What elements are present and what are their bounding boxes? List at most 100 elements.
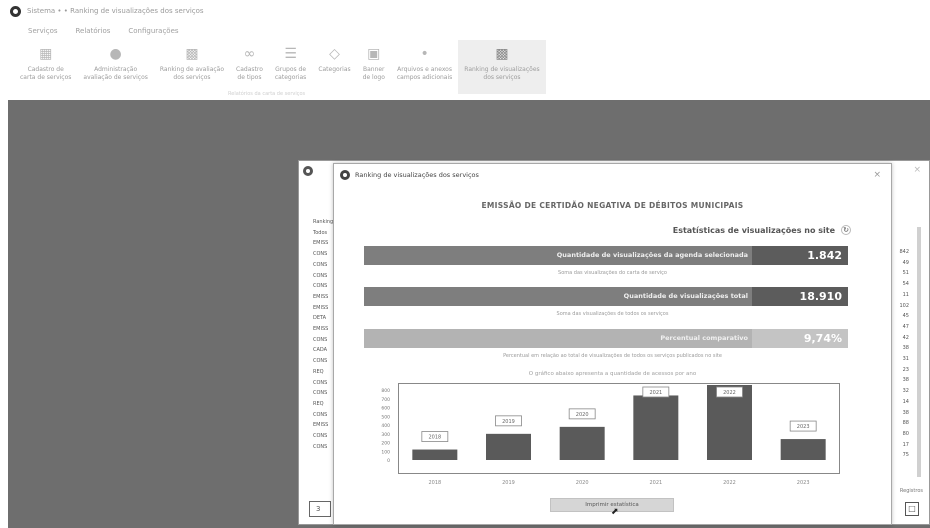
x-tick-label: 2019 [502, 480, 515, 486]
group-icon: ☰ [284, 46, 297, 62]
x-tick-label: 2018 [428, 480, 441, 486]
list-value: 38 [902, 345, 909, 352]
banner-logo-button[interactable]: ▣ Banner de logo [357, 40, 391, 94]
data-label: 2021 [649, 390, 662, 396]
ribbon-button-label: Arquivos e anexos campos adicionais [396, 66, 453, 81]
list-value: 47 [902, 323, 909, 330]
app-window: Sistema • • Ranking de visualizações dos… [0, 0, 930, 528]
list-value: 49 [902, 259, 909, 266]
data-label: 2018 [428, 435, 441, 441]
y-tick-label: 800 [381, 388, 390, 394]
tag-icon: ◇ [329, 46, 340, 62]
ribbon-button-label: Ranking de avaliação dos serviços [159, 66, 225, 81]
metric-note: Soma das visualizações do carta de servi… [558, 270, 667, 276]
service-heading: EMISSÃO DE CERTIDÃO NEGATIVA DE DÉBITOS … [481, 201, 744, 210]
list-value: 88 [902, 420, 909, 427]
y-tick-label: 0 [387, 458, 390, 464]
metric-label: Quantidade de visualizações da agenda se… [556, 251, 748, 259]
ranking-visualizacoes-button[interactable]: ▩ Ranking de visualizações dos serviços [458, 40, 546, 94]
list-value: 38 [902, 377, 909, 384]
app-logo-icon [10, 5, 21, 17]
metric-percent: Percentual comparativo 9,74% [364, 329, 848, 348]
cadastro-tipos-button[interactable]: ∞ Cadastro de tipos [230, 40, 269, 94]
metric-label: Quantidade de visualizações total [623, 292, 748, 300]
metric-value: 1.842 [752, 246, 848, 265]
window-logo-icon [303, 166, 313, 176]
y-tick-label: 700 [381, 397, 390, 403]
list-value: 842 [899, 249, 909, 255]
metric-total-views: Quantidade de visualizações total 18.910 [364, 287, 848, 306]
list-value: 23 [902, 366, 909, 373]
y-tick-label: 200 [381, 441, 390, 447]
image-icon: ▣ [367, 46, 381, 62]
ribbon-button-label: Cadastro de carta de serviços [20, 66, 72, 81]
chart-bar [559, 426, 605, 460]
dialog-title-bar: Ranking de visualizações dos serviços [334, 164, 891, 186]
x-tick-label: 2023 [797, 480, 810, 486]
scrollbar[interactable] [917, 227, 921, 477]
cadastro-carta-button[interactable]: ▦ Cadastro de carta de serviços [14, 40, 77, 94]
list-value: 54 [902, 281, 909, 288]
left-action-button[interactable]: 3 [309, 501, 331, 517]
metric-selected-views: Quantidade de visualizações da agenda se… [364, 246, 848, 265]
list-value: 11 [902, 291, 909, 298]
ribbon-button-label: Banner de logo [362, 66, 385, 81]
user-icon: ● [109, 46, 122, 62]
chart-bar [412, 449, 458, 460]
window-title: Sistema • • Ranking de visualizações dos… [27, 7, 204, 15]
link-icon: ∞ [243, 46, 256, 62]
y-tick-label: 100 [381, 449, 390, 455]
tab-servicos[interactable]: Serviços [28, 27, 58, 35]
data-label: 2022 [723, 390, 736, 396]
ribbon-group-label: Relatórios da carta de serviços [228, 91, 306, 97]
list-value: 45 [902, 313, 909, 320]
x-tick-label: 2020 [576, 480, 589, 486]
list-value: 17 [902, 441, 909, 448]
list-value: 51 [902, 270, 909, 277]
x-tick-label: 2021 [649, 480, 662, 486]
mouse-cursor-icon: ⬈ [611, 507, 619, 517]
grupos-categorias-button[interactable]: ☰ Grupos de categorias [269, 40, 312, 94]
ribbon-button-label: Ranking de visualizações dos serviços [464, 66, 540, 81]
data-label: 2023 [797, 424, 810, 430]
refresh-icon[interactable]: ↻ [841, 225, 851, 235]
views-chart: 0 100 200 300 400 500 600 700 800 2018 2018 2019 201… [356, 377, 856, 489]
list-value: 80 [902, 430, 909, 437]
dialog-logo-icon [340, 170, 350, 180]
list-values: 842 49 51 54 11 102 45 47 42 38 31 23 38 32 14 38 88 80 17… [889, 247, 909, 461]
tab-configuracoes[interactable]: Configurações [128, 27, 178, 35]
grid-icon: ▦ [39, 46, 53, 62]
file-icon: • [420, 46, 429, 62]
list-value: 31 [902, 356, 909, 363]
y-tick-label: 500 [381, 414, 390, 420]
ribbon-toolbar: ▦ Cadastro de carta de serviços ● Admini… [0, 40, 930, 100]
close-icon[interactable]: × [873, 170, 881, 180]
export-icon: □ [908, 504, 916, 513]
title-bar: Sistema • • Ranking de visualizações dos… [0, 0, 930, 22]
list-value: 75 [902, 452, 909, 459]
list-value: 38 [902, 409, 909, 416]
categorias-button[interactable]: ◇ Categorias [312, 40, 356, 94]
stats-label: Estatísticas de visualizações no site [672, 225, 835, 235]
tab-relatorios[interactable]: Relatórios [76, 27, 111, 35]
chart-bar [486, 433, 531, 460]
ribbon-button-label: Grupos de categorias [274, 66, 307, 81]
administracao-avaliacao-button[interactable]: ● Administração avaliação de serviços [77, 40, 153, 94]
ranking-dialog: Ranking de visualizações dos serviços × … [333, 163, 892, 525]
x-tick-label: 2022 [723, 480, 736, 486]
close-icon[interactable]: × [913, 165, 921, 175]
export-button[interactable]: □ [905, 502, 919, 516]
chart-bar [633, 395, 679, 460]
metric-value: 18.910 [752, 287, 848, 306]
y-tick-label: 400 [381, 423, 390, 429]
chart-svg: 0 100 200 300 400 500 600 700 800 2018 2018 2019 201… [381, 385, 826, 486]
list-value: 102 [899, 302, 909, 309]
metric-label: Percentual comparativo [660, 334, 748, 342]
bar-chart-icon: ▩ [185, 46, 199, 62]
stats-header: Estatísticas de visualizações no site ↻ [673, 225, 851, 235]
list-value: 14 [902, 398, 909, 405]
arquivos-anexos-button[interactable]: • Arquivos e anexos campos adicionais [391, 40, 458, 94]
ranking-avaliacao-button[interactable]: ▩ Ranking de avaliação dos serviços [154, 40, 230, 94]
ribbon-button-label: Cadastro de tipos [236, 66, 263, 81]
ribbon-button-label: Categorias [318, 66, 351, 73]
